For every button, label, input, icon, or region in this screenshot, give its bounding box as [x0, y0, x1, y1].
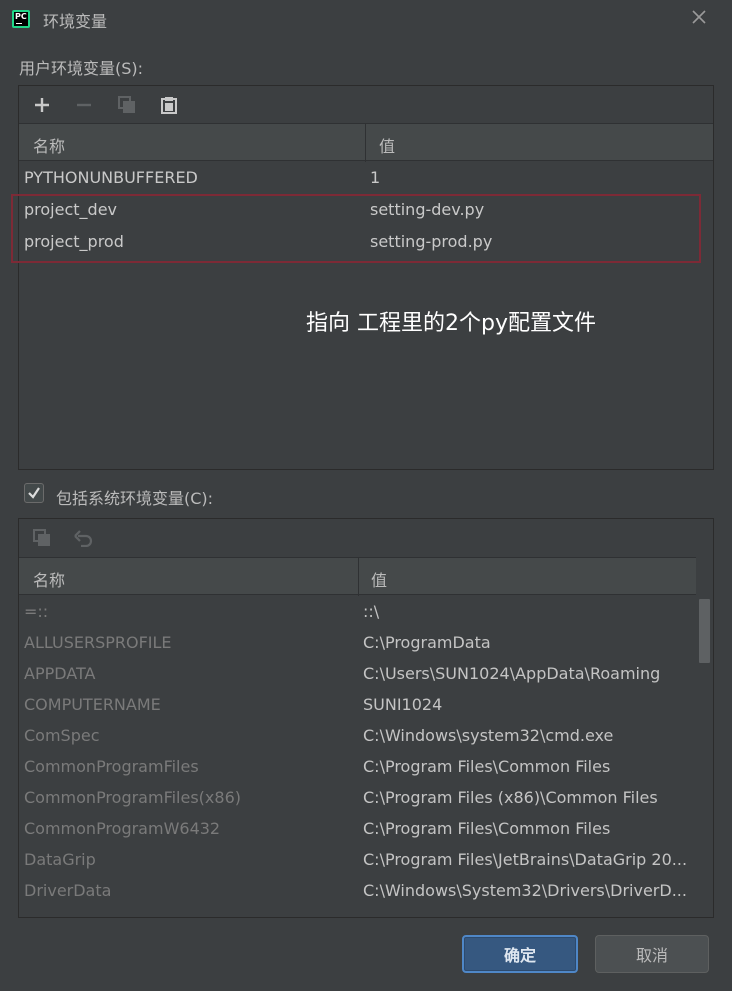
window-title: 环境变量 [43, 12, 108, 31]
variable-value: ::\ [363, 602, 380, 621]
system-vars-panel: 名称 值 =:: ::\ ALLUSERSPROFILE C:\ProgramD… [18, 518, 714, 918]
variable-name: CommonProgramFiles(x86) [24, 788, 241, 807]
include-system-checkbox[interactable] [24, 483, 44, 503]
ok-button[interactable]: 确定 [462, 935, 578, 973]
scrollbar-thumb[interactable] [699, 599, 710, 663]
table-row[interactable]: CommonProgramFiles(x86) C:\Program Files… [19, 783, 696, 814]
system-vars-table: 名称 值 =:: ::\ ALLUSERSPROFILE C:\ProgramD… [19, 557, 696, 917]
table-row[interactable]: project_dev setting-dev.py [19, 195, 713, 226]
column-divider[interactable] [358, 558, 359, 596]
table-header: 名称 值 [19, 557, 696, 596]
table-row[interactable]: DriverData C:\Windows\System32\Drivers\D… [19, 876, 696, 907]
variable-name: project_dev [24, 200, 117, 219]
include-system-label[interactable]: 包括系统环境变量(C): [56, 485, 213, 509]
variable-value: SUNI1024 [363, 695, 443, 714]
variable-name: COMPUTERNAME [24, 695, 161, 714]
variable-name: APPDATA [24, 664, 96, 683]
table-row[interactable]: ALLUSERSPROFILE C:\ProgramData [19, 628, 696, 659]
variable-value: 1 [370, 168, 381, 187]
table-row[interactable]: =:: ::\ [19, 597, 696, 628]
user-vars-table: 名称 值 PYTHONUNBUFFERED 1 project_dev sett… [19, 123, 713, 469]
variable-value: C:\Program Files\JetBrains\DataGrip 20..… [363, 850, 688, 869]
user-vars-panel: 名称 值 PYTHONUNBUFFERED 1 project_dev sett… [18, 85, 714, 470]
table-row[interactable]: ComSpec C:\Windows\system32\cmd.exe [19, 721, 696, 752]
variable-name: =:: [24, 602, 49, 621]
system-vars-toolbar [19, 519, 713, 556]
variable-value: C:\Windows\system32\cmd.exe [363, 726, 614, 745]
variable-value: setting-prod.py [370, 232, 493, 251]
variable-name: project_prod [24, 232, 124, 251]
variable-value: C:\Program Files\Common Files [363, 819, 611, 838]
variable-value: setting-dev.py [370, 200, 485, 219]
column-divider[interactable] [365, 124, 366, 162]
plus-icon[interactable] [29, 92, 55, 118]
user-vars-toolbar [19, 86, 713, 123]
variable-value: C:\Program Files (x86)\Common Files [363, 788, 658, 807]
column-header-value[interactable]: 值 [371, 567, 387, 591]
column-header-value[interactable]: 值 [379, 133, 395, 157]
variable-name: DriverData [24, 881, 112, 900]
variable-name: PYTHONUNBUFFERED [24, 168, 198, 187]
undo-icon[interactable] [71, 525, 97, 551]
variable-value: C:\Users\SUN1024\AppData\Roaming [363, 664, 661, 683]
copy-icon[interactable] [114, 92, 140, 118]
variable-name: CommonProgramFiles [24, 757, 199, 776]
table-row[interactable]: COMPUTERNAME SUNI1024 [19, 690, 696, 721]
user-vars-label: 用户环境变量(S): [19, 59, 144, 78]
variable-value: C:\ProgramData [363, 633, 491, 652]
column-header-name[interactable]: 名称 [33, 567, 65, 591]
table-row[interactable]: APPDATA C:\Users\SUN1024\AppData\Roaming [19, 659, 696, 690]
minus-icon[interactable] [71, 92, 97, 118]
variable-name: ComSpec [24, 726, 100, 745]
copy-icon[interactable] [29, 525, 55, 551]
table-row[interactable]: project_prod setting-prod.py [19, 227, 713, 258]
vertical-scrollbar[interactable] [696, 597, 713, 917]
table-row[interactable]: CommonProgramFiles C:\Program Files\Comm… [19, 752, 696, 783]
close-icon[interactable] [692, 7, 706, 27]
variable-name: CommonProgramW6432 [24, 819, 221, 838]
table-row[interactable]: PYTHONUNBUFFERED 1 [19, 163, 713, 194]
table-row[interactable]: DataGrip C:\Program Files\JetBrains\Data… [19, 845, 696, 876]
table-header: 名称 值 [19, 123, 713, 162]
variable-value: C:\Windows\System32\Drivers\DriverD... [363, 881, 687, 900]
cancel-button[interactable]: 取消 [595, 935, 709, 973]
variable-name: ALLUSERSPROFILE [24, 633, 172, 652]
annotation-text: 指向 工程里的2个py配置文件 [306, 311, 596, 336]
title-bar: PC 环境变量 [0, 0, 732, 38]
variable-value: C:\Program Files\Common Files [363, 757, 611, 776]
table-row[interactable]: CommonProgramW6432 C:\Program Files\Comm… [19, 814, 696, 845]
variable-name: DataGrip [24, 850, 96, 869]
paste-icon[interactable] [156, 92, 182, 118]
pycharm-icon: PC [12, 10, 30, 28]
column-header-name[interactable]: 名称 [33, 133, 65, 157]
